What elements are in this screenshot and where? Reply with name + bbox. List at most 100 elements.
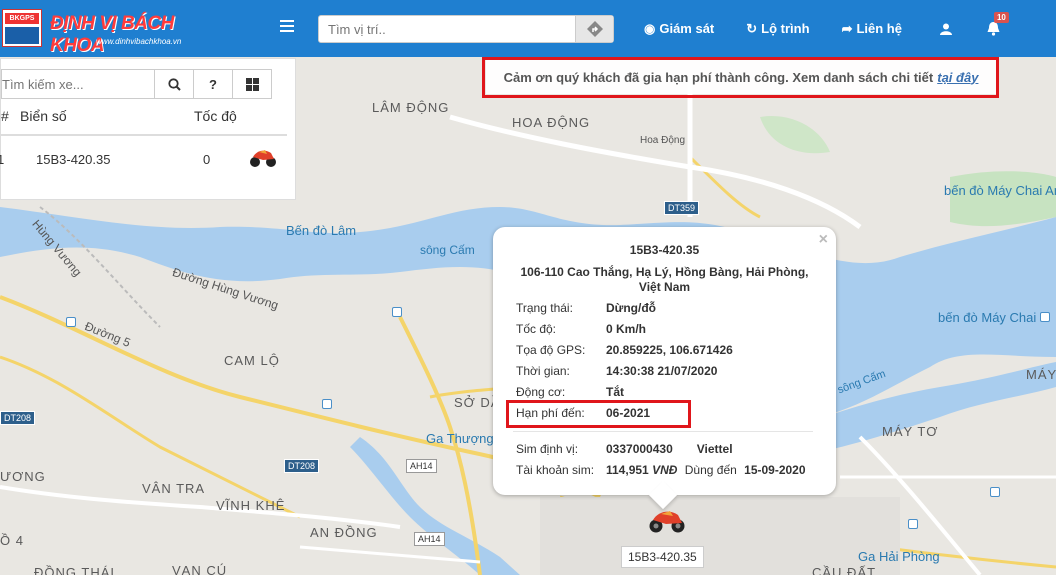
refresh-icon: ↻ bbox=[746, 20, 758, 36]
use-until-label: Dùng đến bbox=[684, 463, 737, 477]
brand-badge: BKGPS bbox=[2, 9, 42, 47]
engine-value: Tắt bbox=[606, 385, 624, 399]
bus-stop-icon bbox=[1040, 312, 1050, 322]
popup-plate: 15B3-420.35 bbox=[629, 243, 700, 257]
nav-route[interactable]: ↻ Lộ trình bbox=[734, 0, 829, 57]
map-label: HOA ĐỘNG bbox=[512, 115, 591, 130]
vehicle-marker-label[interactable]: 15B3-420.35 bbox=[621, 546, 704, 568]
share-icon: ➦ bbox=[841, 20, 853, 36]
speed-value: 0 Km/h bbox=[606, 322, 647, 336]
vehicle-search-input[interactable] bbox=[2, 70, 152, 98]
help-button[interactable]: ? bbox=[193, 69, 233, 99]
carrier-value: Viettel bbox=[696, 442, 733, 456]
map-label: sông Cấm bbox=[420, 243, 475, 257]
time-value: 14:30:38 21/07/2020 bbox=[606, 364, 718, 378]
vehicle-list-panel: ? # Biển số Tốc độ 1 15B3-420.35 0 bbox=[0, 58, 296, 200]
map-label: Ồ 4 bbox=[0, 533, 24, 548]
map-label: MÁY bbox=[1026, 367, 1056, 382]
info-row-sim: Sim định vị: 0337000430 Viettel bbox=[516, 442, 733, 456]
user-button[interactable] bbox=[922, 0, 970, 57]
vehicle-info-popup: × 15B3-420.35 106-110 Cao Thắng, Hạ Lý, … bbox=[493, 227, 836, 495]
road-shield: DT208 bbox=[284, 459, 320, 473]
user-icon bbox=[939, 23, 952, 35]
map-label: CAM LỘ bbox=[224, 353, 280, 368]
bell-icon bbox=[987, 21, 1000, 36]
notification-count-badge: 10 bbox=[993, 12, 1009, 23]
map-label: CẦU ĐẤT bbox=[812, 565, 877, 575]
highlight-box bbox=[482, 57, 999, 98]
nav-route-label: Lộ trình bbox=[761, 21, 810, 36]
info-row-status: Trạng thái: Dừng/đỗ bbox=[516, 301, 656, 315]
map-label: bến đò Máy Chai An bbox=[944, 183, 1056, 198]
row-speed: 0 bbox=[203, 152, 211, 167]
table-row[interactable]: 1 15B3-420.35 0 bbox=[0, 147, 287, 187]
search-icon bbox=[167, 77, 181, 91]
account-label: Tài khoản sim: bbox=[516, 463, 595, 477]
windows-button[interactable] bbox=[232, 69, 272, 99]
column-speed: Tốc độ bbox=[194, 108, 237, 124]
map-label: VÂN TRA bbox=[142, 481, 206, 496]
nav-monitor-label: Giám sát bbox=[659, 21, 715, 36]
brand-logo[interactable]: BKGPS ĐỊNH VỊ BÁCH KHOA www.dinhvibachkh… bbox=[0, 7, 200, 56]
map-label: bến đò Máy Chai bbox=[938, 310, 1037, 325]
vehicle-marker-icon[interactable] bbox=[648, 506, 686, 534]
bus-stop-icon bbox=[392, 307, 402, 317]
bus-stop-icon bbox=[990, 487, 1000, 497]
brand-badge-bar bbox=[5, 27, 39, 44]
location-search bbox=[318, 15, 614, 43]
time-label: Thời gian: bbox=[516, 364, 570, 378]
column-plate: Biển số bbox=[20, 108, 67, 124]
map-label: AN ĐỒNG bbox=[310, 525, 378, 540]
bus-stop-icon bbox=[66, 317, 76, 327]
brand-url: www.dinhvibachkhoa.vn bbox=[96, 37, 182, 46]
popup-address: 106-110 Cao Thắng, Hạ Lý, Hồng Bàng, Hải… bbox=[520, 265, 809, 294]
divider bbox=[513, 431, 813, 432]
help-icon: ? bbox=[209, 76, 217, 92]
use-until-value: 15-09-2020 bbox=[744, 463, 806, 477]
map-label: Ga Thượng bbox=[426, 431, 494, 446]
info-row-speed: Tốc độ: 0 Km/h bbox=[516, 322, 646, 336]
map-label: ƯƠNG bbox=[0, 469, 46, 484]
map-label: Hoa Động bbox=[640, 135, 686, 146]
nav-contact-label: Liên hệ bbox=[856, 21, 902, 36]
engine-label: Động cơ: bbox=[516, 385, 566, 399]
windows-icon bbox=[245, 77, 259, 91]
highlight-box bbox=[506, 400, 691, 428]
directions-icon[interactable] bbox=[575, 16, 613, 42]
map-label: Ga Hải Phòng bbox=[858, 549, 940, 564]
gps-label: Tọa độ GPS: bbox=[516, 343, 586, 357]
road-shield: DT208 bbox=[0, 411, 36, 425]
bus-stop-icon bbox=[322, 399, 332, 409]
sim-label: Sim định vị: bbox=[516, 442, 579, 456]
status-value: Dừng/đỗ bbox=[606, 301, 657, 315]
search-button[interactable] bbox=[154, 69, 194, 99]
road-shield: AH14 bbox=[414, 532, 445, 546]
map-label: MÁY TƠ bbox=[882, 424, 939, 439]
brand-name: ĐỊNH VỊ BÁCH KHOA bbox=[50, 13, 174, 56]
location-search-input[interactable] bbox=[319, 16, 575, 42]
globe-icon: ◉ bbox=[644, 20, 656, 36]
road-shield: DT359 bbox=[664, 201, 700, 215]
road-shield: AH14 bbox=[406, 459, 437, 473]
info-row-time: Thời gian: 14:30:38 21/07/2020 bbox=[516, 364, 717, 378]
speed-label: Tốc độ: bbox=[516, 322, 557, 336]
info-row-account: Tài khoản sim: 114,951 VNĐ Dùng đến 15-09… bbox=[516, 463, 806, 477]
map-label: ĐỒNG THÁI bbox=[34, 565, 115, 575]
map-label: LÂM ĐỘNG bbox=[372, 100, 450, 115]
vehicle-search bbox=[1, 69, 155, 99]
menu-icon[interactable] bbox=[280, 20, 294, 32]
row-index: 1 bbox=[0, 152, 5, 167]
top-navbar: BKGPS ĐỊNH VỊ BÁCH KHOA www.dinhvibachkh… bbox=[0, 0, 1056, 57]
motorbike-icon bbox=[250, 150, 276, 167]
map-label: Bến đò Lâm bbox=[286, 223, 357, 238]
row-plate: 15B3-420.35 bbox=[36, 152, 111, 167]
nav-links: ◉ Giám sát ↻ Lộ trình ➦ Liên hệ 10 bbox=[632, 0, 1018, 57]
nav-monitor[interactable]: ◉ Giám sát bbox=[632, 0, 734, 57]
vehicle-table-header: # Biển số Tốc độ bbox=[1, 108, 287, 136]
nav-contact[interactable]: ➦ Liên hệ bbox=[830, 0, 922, 57]
gps-value: 20.859225, 106.671426 bbox=[606, 343, 733, 357]
info-row-engine: Động cơ: Tắt bbox=[516, 385, 624, 399]
bus-stop-icon bbox=[908, 519, 918, 529]
notifications-button[interactable]: 10 bbox=[970, 0, 1018, 57]
map-label: VĨNH KHÊ bbox=[216, 498, 286, 513]
